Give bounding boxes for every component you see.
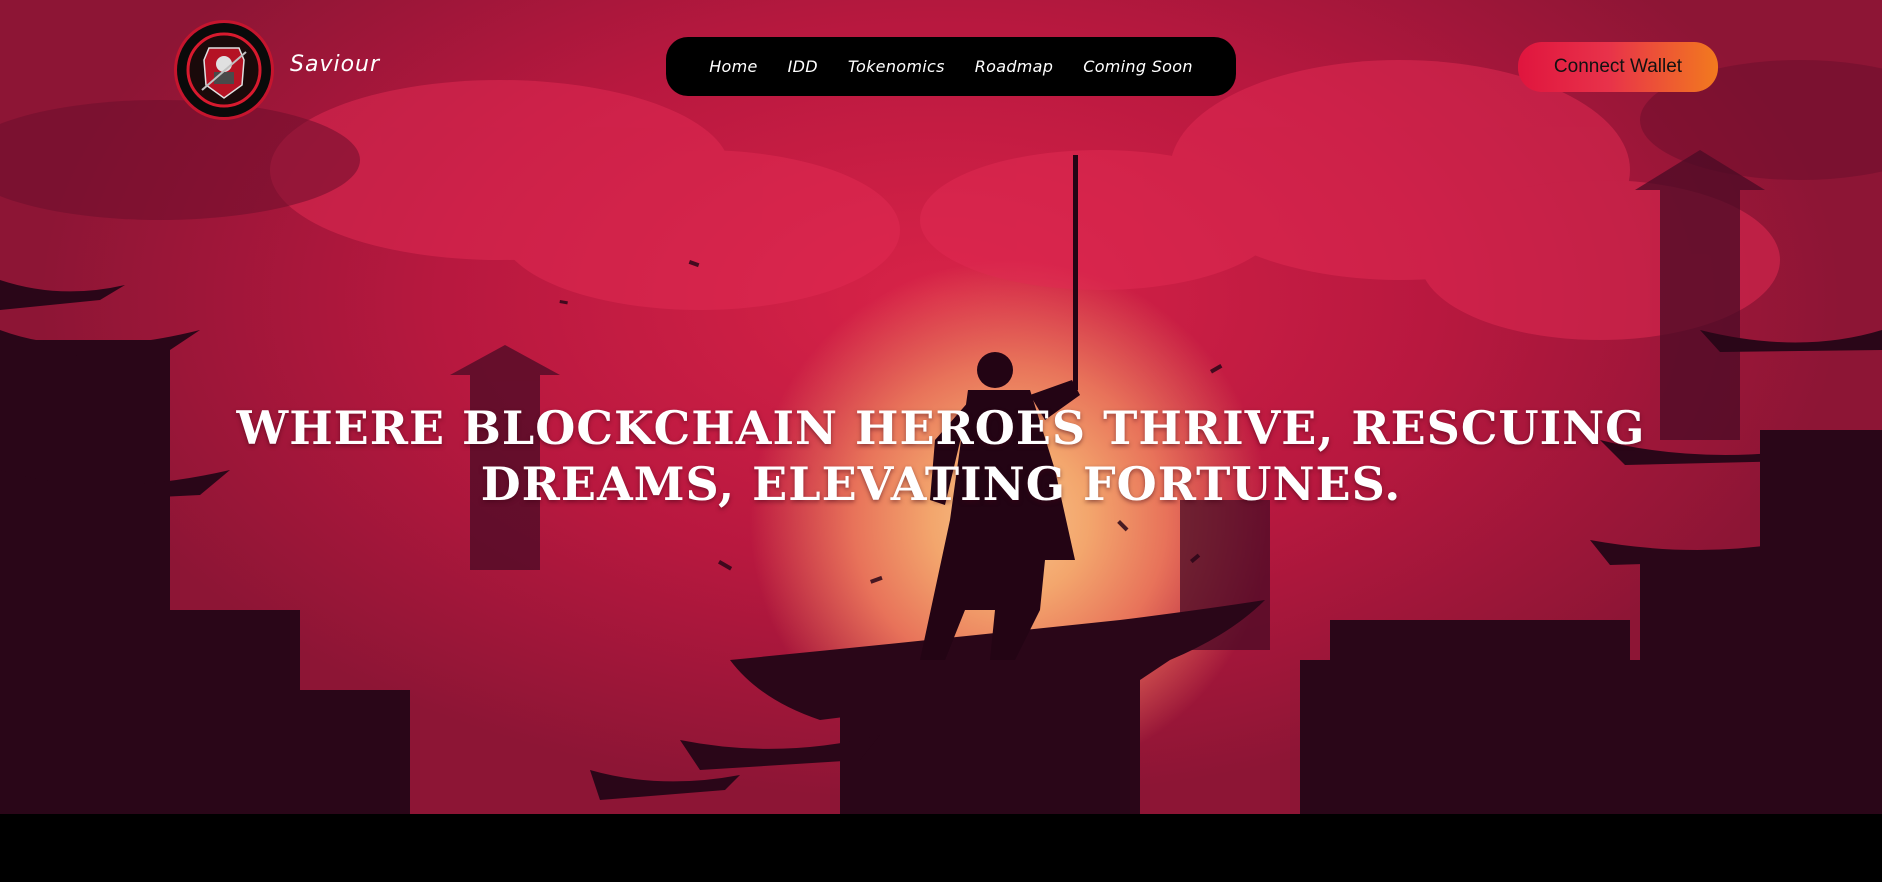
brand-logo[interactable]	[174, 20, 274, 120]
nav-item-idd[interactable]: IDD	[788, 57, 818, 76]
nav-item-coming-soon[interactable]: Coming Soon	[1083, 57, 1193, 76]
hero-headline: WHERE BLOCKCHAIN HEROES THRIVE, RESCUING…	[236, 401, 1646, 511]
samurai-emblem-icon	[186, 32, 262, 108]
nav-item-home[interactable]: Home	[709, 57, 757, 76]
nav-item-roadmap[interactable]: Roadmap	[975, 57, 1054, 76]
brand-name[interactable]: Saviour	[290, 52, 380, 77]
nav-item-tokenomics[interactable]: Tokenomics	[848, 57, 945, 76]
main-nav: Home IDD Tokenomics Roadmap Coming Soon	[666, 37, 1236, 96]
bottom-band	[0, 814, 1882, 882]
connect-wallet-button[interactable]: Connect Wallet	[1518, 42, 1718, 92]
hero-section: Saviour Home IDD Tokenomics Roadmap Comi…	[0, 0, 1882, 814]
